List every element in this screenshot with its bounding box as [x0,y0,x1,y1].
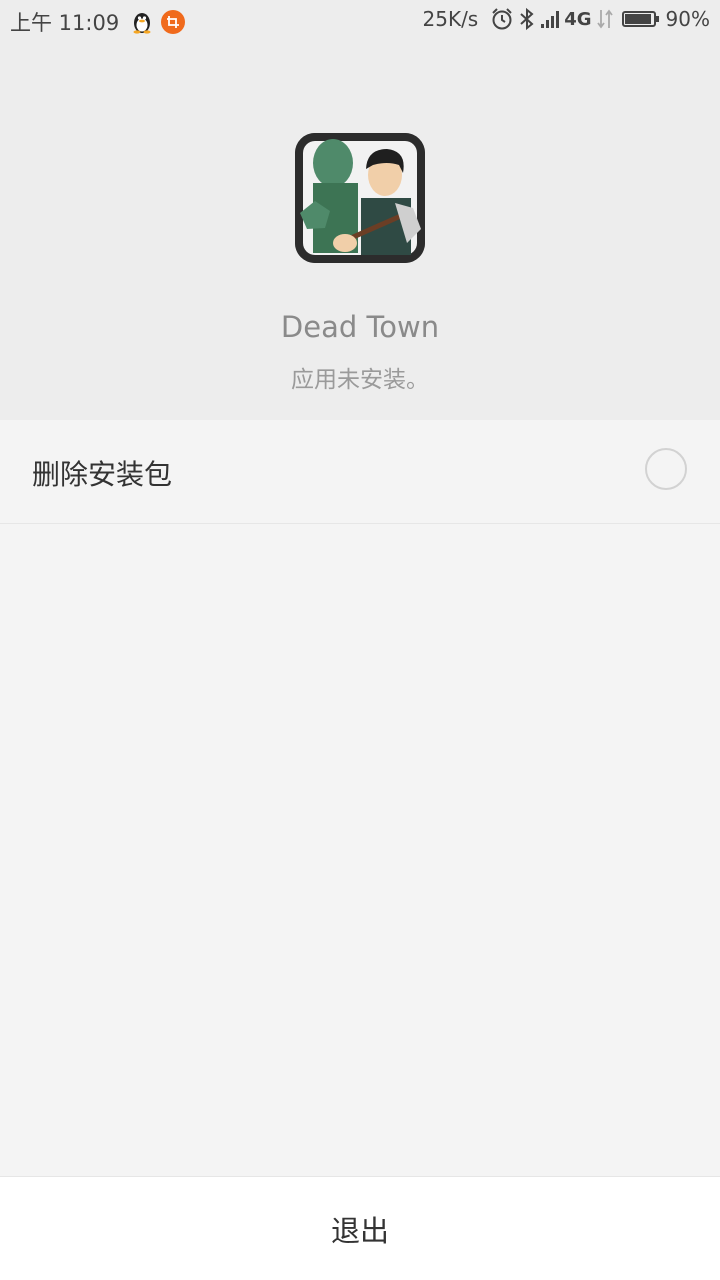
delete-package-option[interactable]: 删除安装包 [0,420,720,524]
install-result-screen: 上午 11:09 25K/s 4G 90% Dead Town 应用未安装。 删… [0,0,720,1280]
battery-percent: 90% [665,7,710,31]
status-right: 25K/s 4G 90% [423,7,711,31]
qq-icon [133,13,151,34]
bluetooth-icon [520,7,534,31]
status-time: 上午 11:09 [10,11,120,35]
app-notification-icon [161,10,186,34]
battery-icon [621,11,659,27]
data-transfer-icon [596,9,613,29]
status-left: 上午 11:09 [10,7,186,37]
install-status-text: 应用未安装。 [291,367,429,393]
net-type: 4G [564,8,592,30]
bottom-action-bar: 退出 [0,1176,720,1280]
dead-town-app-icon [295,133,425,263]
net-speed: 25K/s [422,7,479,31]
delete-package-radio[interactable] [645,448,687,490]
delete-package-label: 删除安装包 [32,458,173,491]
app-name: Dead Town [280,310,440,344]
alarm-icon [492,8,512,30]
status-bar: 上午 11:09 25K/s 4G 90% [0,0,720,40]
exit-button[interactable]: 退出 [0,1177,720,1280]
app-info-header: Dead Town 应用未安装。 [0,40,720,420]
signal-icon [541,11,560,28]
